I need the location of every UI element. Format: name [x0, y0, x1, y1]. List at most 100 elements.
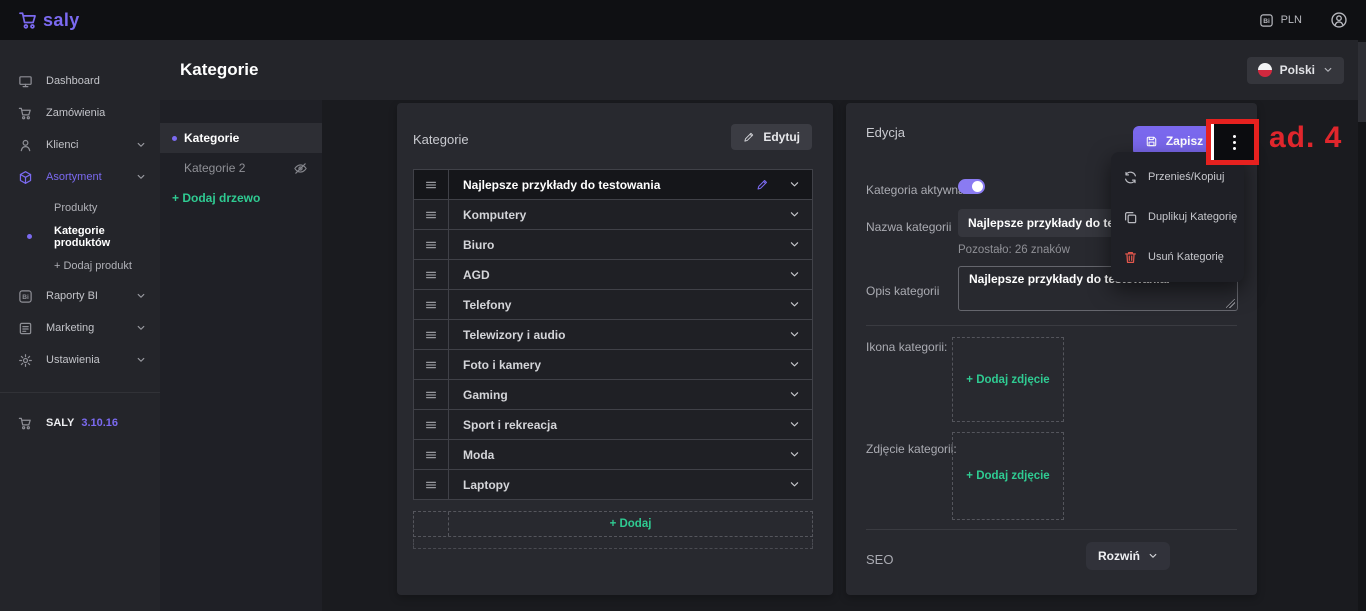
drag-handle-icon[interactable] — [414, 410, 449, 439]
chevron-down-icon[interactable] — [789, 299, 800, 310]
category-row[interactable]: Gaming — [414, 380, 812, 410]
sidebar-item-kategorie-produktow[interactable]: Kategorie produktów — [0, 222, 160, 251]
add-icon-image-dropzone[interactable]: + Dodaj zdjęcie — [952, 337, 1064, 422]
chevron-down-icon[interactable] — [789, 239, 800, 250]
language-label: Polski — [1280, 63, 1315, 77]
sidebar-item-dashboard[interactable]: Dashboard — [0, 65, 160, 97]
category-row[interactable]: Biuro — [414, 230, 812, 260]
language-selector[interactable]: Polski — [1247, 57, 1344, 84]
sidebar-item-label: Klienci — [46, 139, 123, 151]
sidebar-subitem-label: Produkty — [54, 202, 97, 214]
annotation-highlight-box — [1206, 119, 1259, 165]
category-row[interactable]: Najlepsze przykłady do testowania — [414, 170, 812, 200]
category-row[interactable]: Laptopy — [414, 470, 812, 500]
context-menu: Przenieś/Kopiuj Duplikuj Kategorię Usuń … — [1111, 152, 1244, 282]
scrollbar-track[interactable] — [1358, 40, 1366, 611]
logo[interactable]: saly — [18, 10, 80, 31]
annotation-text: ad. 4 — [1269, 121, 1342, 155]
tree-item-kategorie-2[interactable]: Kategorie 2 — [160, 153, 322, 183]
category-row[interactable]: AGD — [414, 260, 812, 290]
tree-item-kategorie[interactable]: Kategorie — [160, 123, 322, 153]
chevron-down-icon[interactable] — [789, 479, 800, 490]
category-name: Telefony — [449, 298, 789, 312]
chevron-down-icon[interactable] — [789, 329, 800, 340]
drag-handle-icon[interactable] — [414, 260, 449, 289]
chevron-down-icon[interactable] — [789, 419, 800, 430]
sidebar-item-marketing[interactable]: Marketing — [0, 312, 160, 344]
currency-selector[interactable]: PLN — [1259, 13, 1302, 28]
pencil-icon — [743, 131, 755, 143]
user-menu-button[interactable] — [1330, 11, 1348, 29]
sidebar-item-klienci[interactable]: Klienci — [0, 129, 160, 161]
sidebar-divider — [0, 392, 160, 393]
edit-button[interactable]: Edytuj — [731, 124, 812, 150]
chevron-down-icon — [136, 355, 146, 365]
drag-handle-icon[interactable] — [414, 380, 449, 409]
drag-handle-icon[interactable] — [414, 440, 449, 469]
sidebar-item-label: Raporty BI — [46, 290, 123, 302]
chevron-down-icon[interactable] — [789, 179, 800, 190]
drag-handle-icon[interactable] — [414, 350, 449, 379]
sidebar-item-raporty-bi[interactable]: Raporty BI — [0, 280, 160, 312]
menu-item-duplicate[interactable]: Duplikuj Kategorię — [1111, 197, 1244, 237]
drag-handle-icon[interactable] — [414, 470, 449, 499]
category-name: Moda — [449, 448, 789, 462]
menu-item-delete[interactable]: Usuń Kategorię — [1111, 237, 1244, 277]
categories-panel: Kategorie Edytuj Najlepsze przykłady do … — [397, 103, 833, 595]
tree-item-label: Kategorie — [184, 131, 239, 145]
scrollbar-thumb[interactable] — [1358, 42, 1366, 122]
drag-handle-icon[interactable] — [414, 200, 449, 229]
category-name: Telewizory i audio — [449, 328, 789, 342]
page-title: Kategorie — [180, 60, 258, 80]
sidebar-item-asortyment[interactable]: Asortyment — [0, 161, 160, 193]
topbar-right: PLN — [1259, 11, 1348, 29]
add-category-row[interactable]: + Dodaj — [413, 511, 813, 537]
drag-handle-icon[interactable] — [414, 170, 449, 199]
edit-button-label: Edytuj — [763, 130, 800, 144]
edit-pencil-icon[interactable] — [756, 178, 769, 191]
seo-expand-button[interactable]: Rozwiń — [1086, 542, 1170, 570]
sidebar-item-produkty[interactable]: Produkty — [0, 193, 160, 222]
drag-handle-icon[interactable] — [414, 230, 449, 259]
eye-off-icon[interactable] — [293, 161, 308, 176]
add-tree-button[interactable]: + Dodaj drzewo — [160, 183, 322, 213]
user-icon — [1330, 11, 1348, 29]
section-divider — [866, 325, 1237, 326]
category-row[interactable]: Telewizory i audio — [414, 320, 812, 350]
photo-field-label: Zdjęcie kategorii: — [866, 442, 957, 456]
chevron-down-icon[interactable] — [789, 449, 800, 460]
sidebar-item-label: Marketing — [46, 322, 123, 334]
add-row-handle-cell — [414, 512, 449, 536]
add-image-label: + Dodaj zdjęcie — [966, 470, 1049, 482]
cart-icon — [18, 106, 33, 121]
page-header: Kategorie Polski — [160, 40, 1366, 100]
category-row[interactable]: Sport i rekreacja — [414, 410, 812, 440]
chevron-down-icon[interactable] — [789, 389, 800, 400]
category-row[interactable]: Moda — [414, 440, 812, 470]
panel-title: Edycja — [866, 125, 905, 140]
logo-text: saly — [43, 10, 80, 31]
chevron-down-icon[interactable] — [789, 209, 800, 220]
add-category-image-dropzone[interactable]: + Dodaj zdjęcie — [952, 432, 1064, 520]
category-row[interactable]: Foto i kamery — [414, 350, 812, 380]
category-row[interactable]: Telefony — [414, 290, 812, 320]
cube-icon — [18, 170, 33, 185]
category-row[interactable]: Komputery — [414, 200, 812, 230]
sidebar-item-zamowienia[interactable]: Zamówienia — [0, 97, 160, 129]
sidebar-item-label: Ustawienia — [46, 354, 123, 366]
category-active-toggle[interactable] — [958, 179, 985, 194]
category-name: Biuro — [449, 238, 789, 252]
sidebar-item-dodaj-produkt[interactable]: + Dodaj produkt — [0, 251, 160, 280]
chevron-down-icon[interactable] — [789, 359, 800, 370]
floppy-save-icon — [1145, 135, 1158, 148]
category-name: Foto i kamery — [449, 358, 789, 372]
sidebar-item-ustawienia[interactable]: Ustawienia — [0, 344, 160, 376]
cart-icon — [18, 416, 33, 431]
drag-handle-icon[interactable] — [414, 290, 449, 319]
menu-item-label: Przenieś/Kopiuj — [1148, 171, 1224, 183]
chevron-down-icon — [136, 323, 146, 333]
more-options-button[interactable] — [1214, 124, 1254, 160]
chevron-down-icon[interactable] — [789, 269, 800, 280]
currency-icon — [1259, 13, 1274, 28]
drag-handle-icon[interactable] — [414, 320, 449, 349]
